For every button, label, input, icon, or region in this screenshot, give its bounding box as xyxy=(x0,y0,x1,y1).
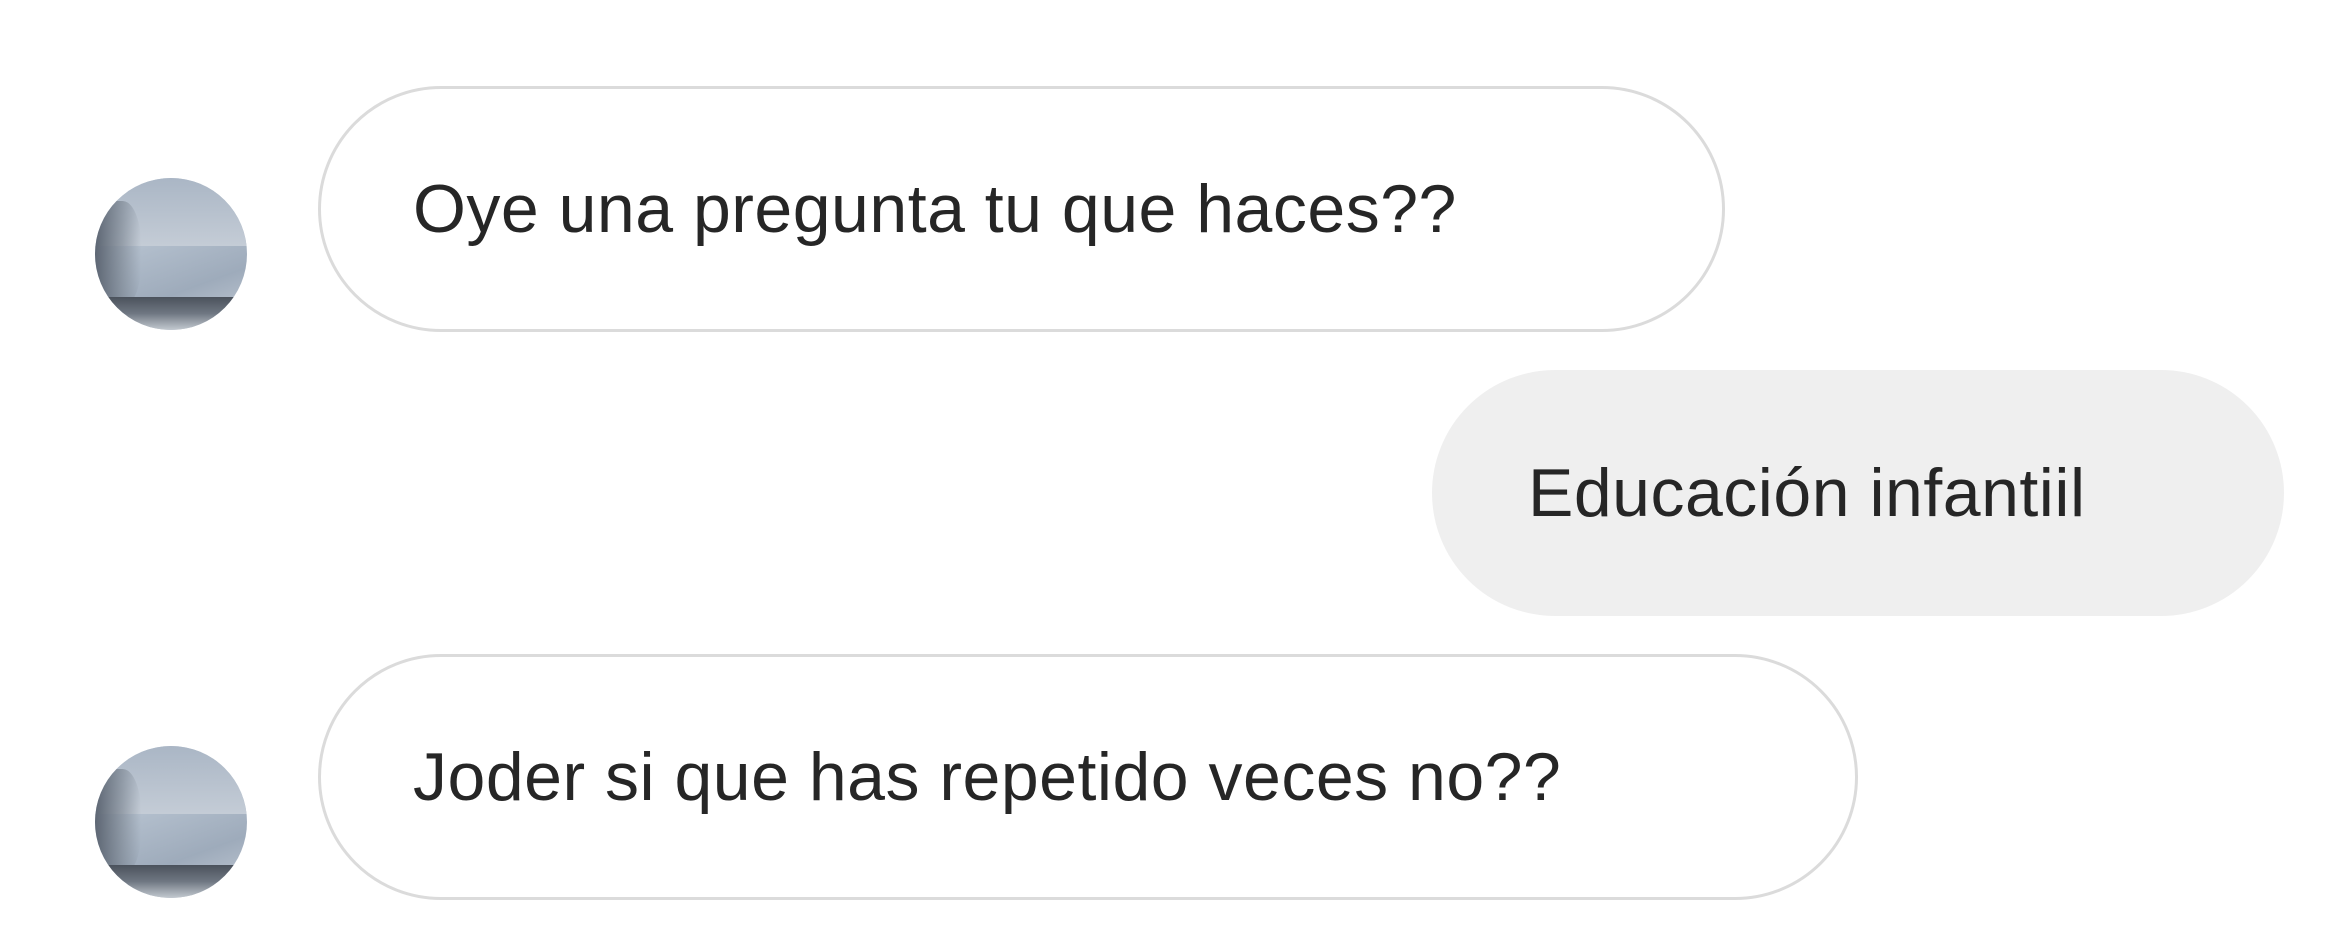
message-text: Oye una pregunta tu que haces?? xyxy=(413,171,1457,247)
sender-avatar[interactable] xyxy=(95,746,247,898)
message-bubble-incoming[interactable]: Joder si que has repetido veces no?? xyxy=(318,654,1858,900)
avatar-photo-ground xyxy=(95,296,247,330)
avatar-photo-ground xyxy=(95,864,247,898)
message-text: Joder si que has repetido veces no?? xyxy=(413,739,1562,815)
sender-avatar[interactable] xyxy=(95,178,247,330)
avatar-photo-shadow xyxy=(95,200,141,308)
message-bubble-incoming[interactable]: Oye una pregunta tu que haces?? xyxy=(318,86,1725,332)
avatar-photo-shadow xyxy=(95,768,141,876)
message-thread: Oye una pregunta tu que haces?? Educació… xyxy=(0,0,2350,934)
message-text: Educación infantiil xyxy=(1528,455,2086,531)
message-bubble-outgoing[interactable]: Educación infantiil xyxy=(1432,370,2284,616)
